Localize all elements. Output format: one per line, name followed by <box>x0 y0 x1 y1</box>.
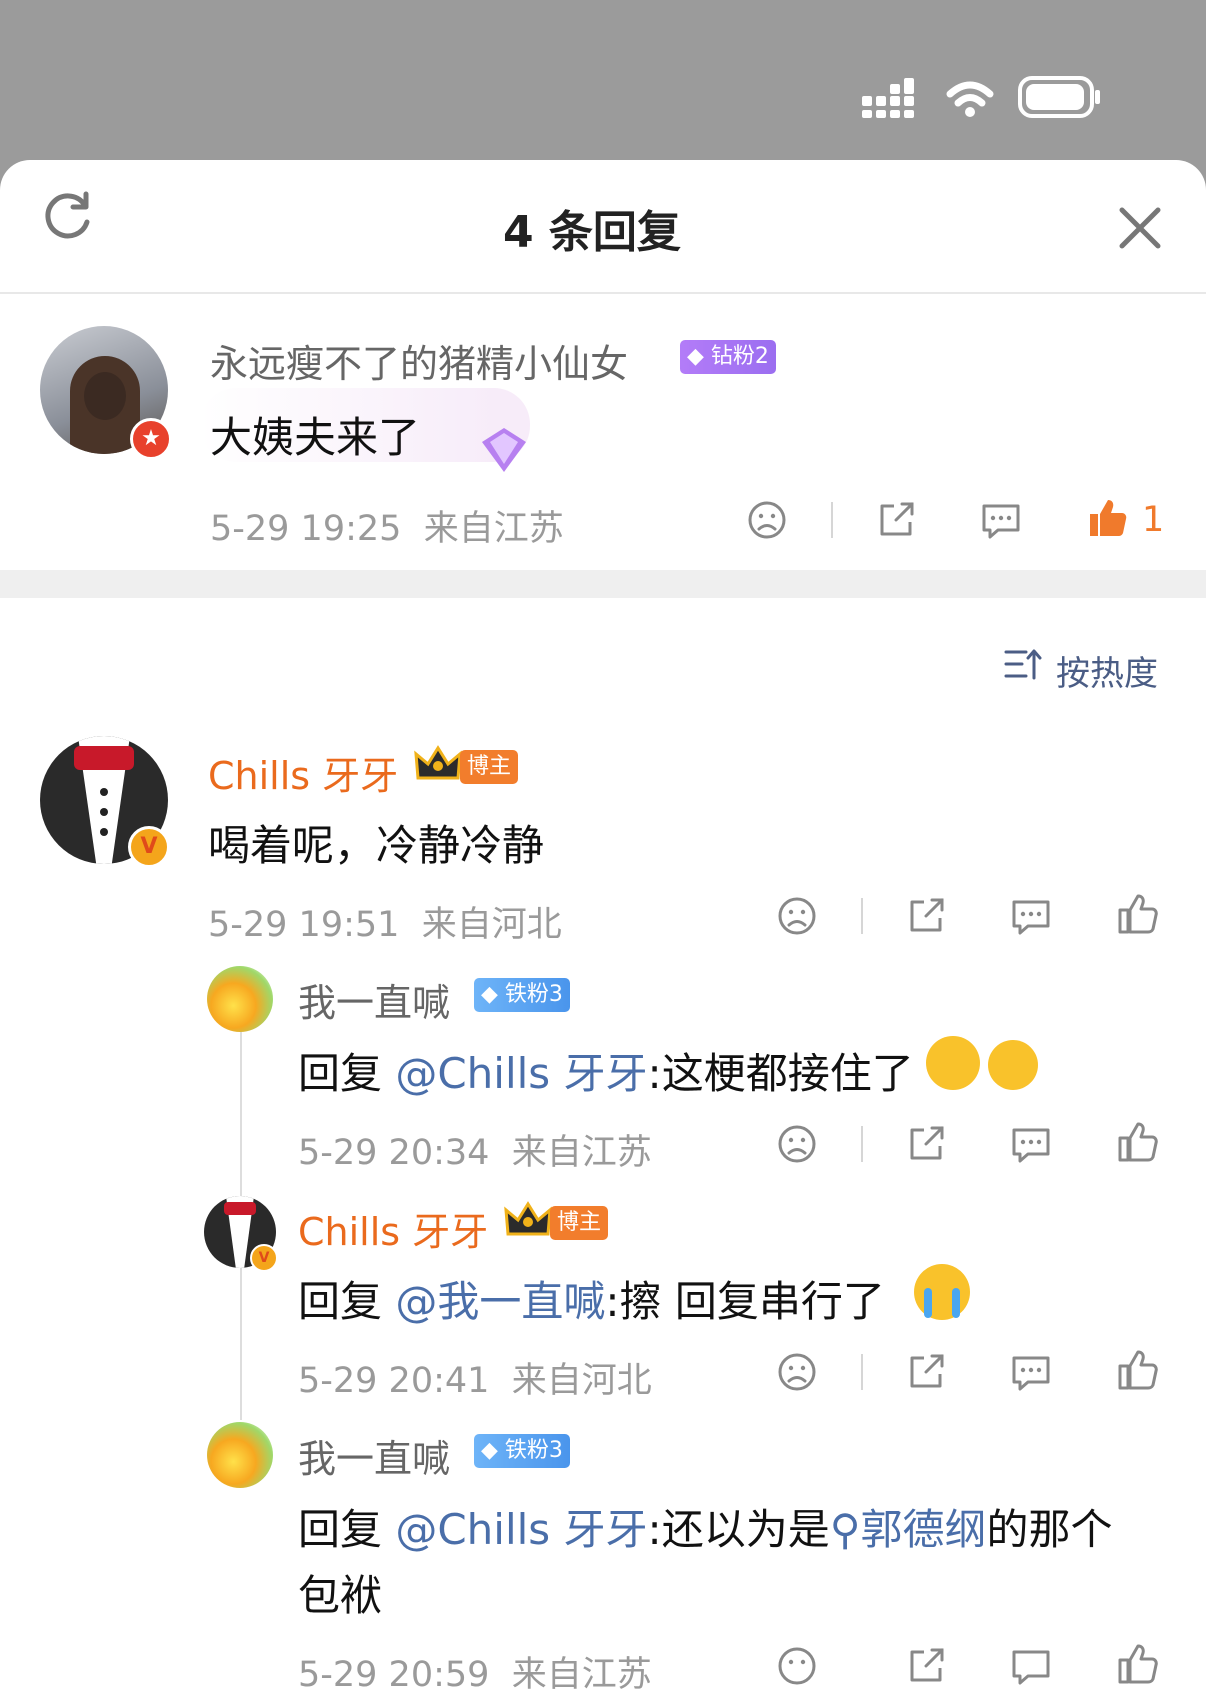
host-badge: 博主 <box>550 1206 609 1240</box>
mention-link[interactable]: @Chills 牙牙 <box>395 1505 647 1554</box>
comment-username[interactable]: 我一直喊 <box>298 1428 450 1483</box>
fan-level-badge: ◆ 铁粉3 <box>474 1434 570 1468</box>
like-icon[interactable] <box>1086 496 1128 540</box>
comment-username[interactable]: Chills 牙牙 <box>298 1201 488 1256</box>
fan-level-badge: ◆ 铁粉3 <box>474 978 570 1012</box>
comment-icon[interactable] <box>1010 1124 1052 1164</box>
search-link[interactable]: ⚲郭德纲 <box>830 1505 987 1554</box>
like-icon[interactable] <box>1116 892 1158 936</box>
dislike-icon[interactable] <box>777 1646 817 1686</box>
battery-icon <box>1018 76 1100 118</box>
share-icon[interactable] <box>906 896 946 936</box>
fan-level-badge: ◆ 钻粉2 <box>680 340 776 374</box>
dislike-icon[interactable] <box>777 1352 817 1392</box>
avatar[interactable] <box>207 966 273 1032</box>
page-title: 4 条回复 <box>503 207 681 258</box>
avatar[interactable] <box>207 1422 273 1488</box>
reply-text: 回复 @Chills 牙牙:这梗都接住了 <box>298 1049 914 1098</box>
comment-meta: 5-29 19:25 来自江苏 <box>210 509 564 549</box>
dislike-icon[interactable] <box>777 896 817 936</box>
action-divider <box>861 898 863 934</box>
share-icon[interactable] <box>906 1646 946 1686</box>
like-count: 1 <box>1142 500 1165 540</box>
comment-icon[interactable] <box>1010 1352 1052 1392</box>
verified-badge-icon: ★ <box>130 418 172 460</box>
share-icon[interactable] <box>906 1352 946 1392</box>
comment-text: 大姨夫来了 <box>210 413 421 462</box>
comment-meta: 5-29 20:34 来自江苏 <box>298 1133 652 1173</box>
comment-icon[interactable] <box>1010 896 1052 936</box>
sheet-header: 4 条回复 <box>0 160 1206 294</box>
emoji-666-icon <box>926 1036 980 1090</box>
share-icon[interactable] <box>876 500 916 540</box>
comment-meta: 5-29 20:41 来自河北 <box>298 1361 652 1401</box>
like-icon[interactable] <box>1116 1348 1158 1392</box>
action-divider <box>831 502 833 538</box>
dislike-icon[interactable] <box>747 500 787 540</box>
dislike-icon[interactable] <box>777 1124 817 1164</box>
emoji-thinking-icon <box>988 1040 1038 1090</box>
share-icon[interactable] <box>906 1124 946 1164</box>
reply-text-continued: 包袱 <box>298 1571 383 1620</box>
mention-link[interactable]: @我一直喊 <box>395 1277 605 1326</box>
like-icon[interactable] <box>1116 1120 1158 1164</box>
crown-icon <box>414 745 462 780</box>
like-icon[interactable] <box>1116 1642 1158 1686</box>
action-divider <box>861 1354 863 1390</box>
comment-icon[interactable] <box>1010 1646 1052 1686</box>
refresh-icon[interactable] <box>40 190 94 244</box>
wifi-icon <box>946 81 994 117</box>
section-separator <box>0 570 1206 598</box>
crown-icon <box>504 1201 552 1236</box>
action-divider <box>861 1126 863 1162</box>
diamond-decoration-icon <box>482 428 526 472</box>
reply-text: 回复 @我一直喊:擦 回复串行了 <box>298 1277 885 1326</box>
comment-icon[interactable] <box>980 500 1022 540</box>
verified-badge-icon: V <box>250 1244 278 1272</box>
comment-username[interactable]: Chills 牙牙 <box>208 745 398 800</box>
comment-meta: 5-29 20:59 来自江苏 <box>298 1655 652 1695</box>
comment-meta: 5-29 19:51 来自河北 <box>208 905 562 945</box>
comment-username[interactable]: 我一直喊 <box>298 972 450 1027</box>
sort-by-hot-button[interactable]: 按热度 <box>1056 646 1158 695</box>
sort-icon[interactable] <box>1004 646 1044 682</box>
reply-text: 回复 @Chills 牙牙:还以为是⚲郭德纲的那个 <box>298 1505 1113 1554</box>
comment-username[interactable]: 永远瘦不了的猪精小仙女 <box>210 333 628 388</box>
emoji-crying-icon <box>914 1264 970 1320</box>
verified-badge-icon: V <box>128 826 170 868</box>
signal-icon <box>862 78 914 118</box>
close-icon[interactable] <box>1118 206 1162 250</box>
mention-link[interactable]: @Chills 牙牙 <box>395 1049 647 1098</box>
comment-text: 喝着呢，冷静冷静 <box>208 821 545 870</box>
host-badge: 博主 <box>460 750 519 784</box>
